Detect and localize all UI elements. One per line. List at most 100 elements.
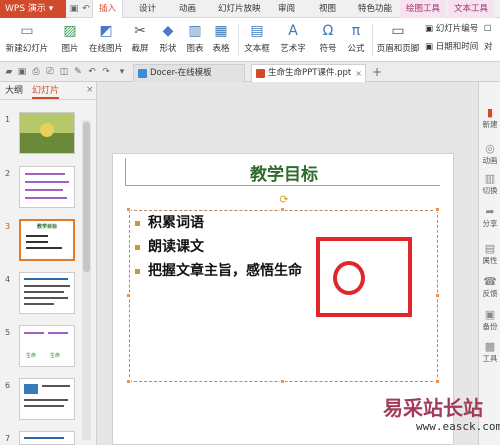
sidebar-item-backup[interactable]: ▣ 备份 (479, 308, 500, 332)
resize-handle[interactable] (126, 293, 131, 298)
tab-insert[interactable]: 插入 (92, 0, 124, 19)
object-button[interactable]: 对 (484, 40, 493, 54)
slide-number: 5 (5, 328, 11, 337)
symbol-button[interactable]: Ω 符号 (316, 20, 340, 60)
sidebar-item-properties[interactable]: ▤ 属性 (479, 242, 500, 266)
chart-label: 图表 (186, 44, 204, 54)
tab-animation[interactable]: 动画 (173, 0, 202, 18)
bullet-item[interactable]: 把握文章主旨，感悟生命 (135, 261, 302, 281)
sidebar-item-animation[interactable]: ◎ 动画 (479, 142, 500, 166)
tab-docer-templates[interactable]: Docer-在线模板 (133, 64, 245, 82)
rotate-handle-icon[interactable]: ⟳ (278, 194, 290, 206)
tab-slideshow[interactable]: 幻灯片放映 (212, 0, 267, 18)
screenshot-button[interactable]: ✂ 截屏 (127, 20, 153, 60)
omega-icon: Ω (322, 23, 334, 39)
new-slide-button[interactable]: ▭ 新建幻灯片 (2, 20, 52, 60)
slide-thumbnail-4[interactable] (19, 272, 75, 314)
close-panel-icon[interactable]: × (86, 85, 94, 95)
tab-features[interactable]: 特色功能 (352, 0, 398, 18)
close-tab-icon[interactable]: × (355, 65, 362, 82)
slide-number: 7 (5, 434, 11, 443)
sidebar-item-tools[interactable]: ▩ 工具 (479, 340, 500, 364)
thumbnail-text-line (26, 235, 48, 237)
sidebar-item-transition[interactable]: ▥ 切换 (479, 172, 500, 196)
formula-button[interactable]: π 公式 (344, 20, 368, 60)
sidebar-item-feedback[interactable]: ☎ 反馈 (479, 275, 500, 299)
slide-thumbnail-1[interactable] (19, 112, 75, 154)
tab-current-document[interactable]: 生命生命PPT课件.ppt × (251, 64, 366, 82)
sidebar-item-new[interactable]: ▮ 新建 (479, 106, 500, 130)
slide-title[interactable]: 教学目标 (113, 160, 455, 185)
chart-button[interactable]: ▥ 图表 (185, 20, 205, 60)
tab-outline[interactable]: 大纲 (5, 84, 23, 99)
header-footer-button[interactable]: ▭ 页眉和页脚 (376, 20, 420, 60)
resize-handle[interactable] (435, 379, 440, 384)
tab-slides[interactable]: 幻灯片 (32, 84, 60, 99)
scrollbar-thumb[interactable] (83, 122, 90, 272)
redo-icon[interactable]: ↷ (100, 66, 112, 78)
textbox-small-icon: ☐ (484, 24, 492, 34)
slide-thumbnail-7[interactable] (19, 431, 75, 445)
slide-thumbnail-3-selected[interactable]: 教学目标 (19, 219, 75, 261)
sidebar-label: 属性 (482, 256, 498, 265)
resize-handle[interactable] (280, 207, 285, 212)
slide-number: 3 (5, 222, 11, 231)
slide-number-button[interactable]: ▣ 幻灯片编号 (425, 22, 478, 36)
format-painter-icon[interactable]: ✎ (72, 66, 84, 78)
new-slide-icon: ▭ (20, 23, 34, 39)
tab-drawing-tools[interactable]: 绘图工具 (400, 0, 447, 18)
textbox-small-button[interactable]: ☐ (484, 22, 492, 36)
tab-design[interactable]: 设计 (133, 0, 162, 18)
shape-button[interactable]: ◆ 形状 (155, 20, 181, 60)
sidebar-label: 新建 (482, 120, 498, 129)
resize-handle[interactable] (126, 207, 131, 212)
docer-icon (138, 69, 147, 78)
wordart-button[interactable]: A 艺术字 (276, 20, 310, 60)
print-icon[interactable]: ⎚ (44, 66, 56, 78)
date-time-button[interactable]: ▣ 日期和时间 (425, 40, 478, 54)
bullet-marker (135, 244, 140, 250)
table-button[interactable]: ▦ 表格 (208, 20, 234, 60)
online-picture-icon: ◩ (99, 23, 113, 39)
thumbnail-text-line (24, 437, 64, 439)
bullet-text: 朗读课文 (148, 239, 204, 255)
bullet-text: 把握文章主旨，感悟生命 (148, 263, 302, 279)
online-picture-button[interactable]: ◩ 在线图片 (87, 20, 125, 60)
undo-icon[interactable]: ↶ (86, 66, 98, 78)
slide-thumbnail-2[interactable] (19, 166, 75, 208)
bullet-text: 积累词语 (148, 215, 204, 231)
textbox-icon: ▤ (250, 23, 264, 39)
bullet-item[interactable]: 朗读课文 (135, 237, 204, 257)
slide-number: 6 (5, 381, 11, 390)
thumbnail-image (24, 384, 38, 394)
resize-handle[interactable] (280, 379, 285, 384)
animation-icon: ◎ (485, 142, 495, 155)
bullet-item[interactable]: 积累词语 (135, 213, 204, 233)
preview-icon[interactable]: ◫ (58, 66, 70, 78)
sidebar-item-share[interactable]: ➦ 分享 (479, 205, 500, 229)
watermark-logo-text: 易采站长站 (383, 396, 483, 420)
tools-icon: ▩ (484, 340, 496, 353)
slide-number-icon: ▣ (425, 24, 436, 34)
undo-icon[interactable]: ↶ (80, 3, 92, 15)
tab-view[interactable]: 视图 (313, 0, 342, 18)
feedback-icon: ☎ (483, 275, 497, 288)
picture-button[interactable]: ▨ 图片 (55, 20, 85, 60)
slide-thumbnail-6[interactable] (19, 378, 75, 420)
resize-handle[interactable] (435, 293, 440, 298)
save-icon[interactable]: ▣ (16, 66, 28, 78)
slide-thumbnail-5[interactable]: 生命 生命 (19, 325, 75, 367)
new-tab-icon[interactable]: + (371, 66, 383, 78)
tab-text-tools[interactable]: 文本工具 (448, 0, 495, 18)
dropdown-icon[interactable]: ▾ (116, 66, 128, 78)
save-icon[interactable]: ▣ (68, 3, 80, 15)
picture-label: 图片 (61, 44, 79, 54)
tab-review[interactable]: 审阅 (272, 0, 301, 18)
export-icon[interactable]: ⎙ (30, 66, 42, 78)
textbox-button[interactable]: ▤ 文本框 (241, 20, 273, 60)
resize-handle[interactable] (126, 379, 131, 384)
sidebar-label: 分享 (482, 219, 498, 228)
app-menu-button[interactable]: WPS 演示 ▾ (0, 0, 66, 18)
open-folder-icon[interactable]: ▰ (3, 66, 15, 78)
resize-handle[interactable] (435, 207, 440, 212)
